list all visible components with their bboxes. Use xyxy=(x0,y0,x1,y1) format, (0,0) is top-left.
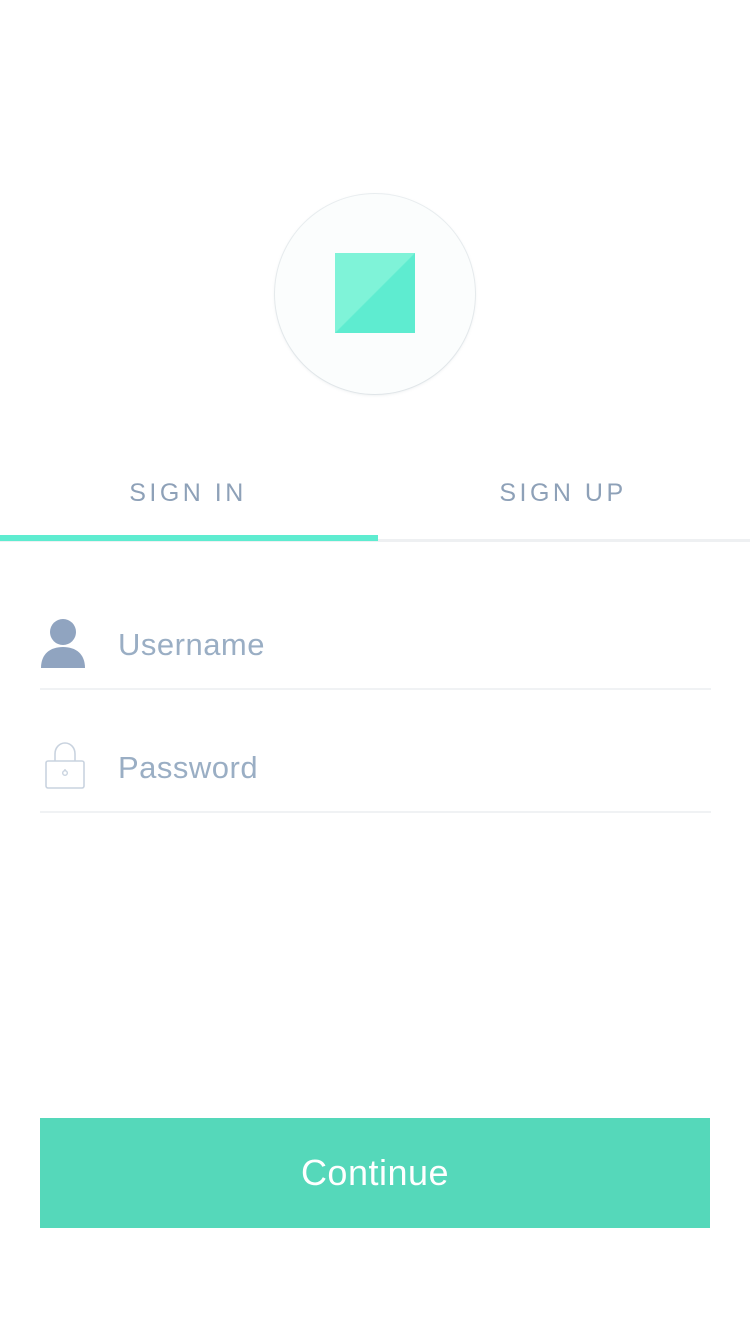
square-logo-icon xyxy=(335,253,415,333)
username-input[interactable] xyxy=(118,622,708,668)
continue-button[interactable]: Continue xyxy=(40,1118,710,1228)
username-field xyxy=(40,600,711,690)
tab-sign-in[interactable]: SIGN IN xyxy=(0,450,376,536)
user-icon xyxy=(40,618,88,670)
logo-badge xyxy=(275,194,475,394)
sign-in-screen: SIGN IN SIGN UP Continue xyxy=(0,0,750,1334)
lock-icon xyxy=(40,741,88,793)
password-input[interactable] xyxy=(118,745,708,791)
active-tab-indicator xyxy=(0,535,378,541)
auth-tabs: SIGN IN SIGN UP xyxy=(0,450,750,542)
password-field xyxy=(40,723,711,813)
tab-sign-up[interactable]: SIGN UP xyxy=(376,450,750,536)
